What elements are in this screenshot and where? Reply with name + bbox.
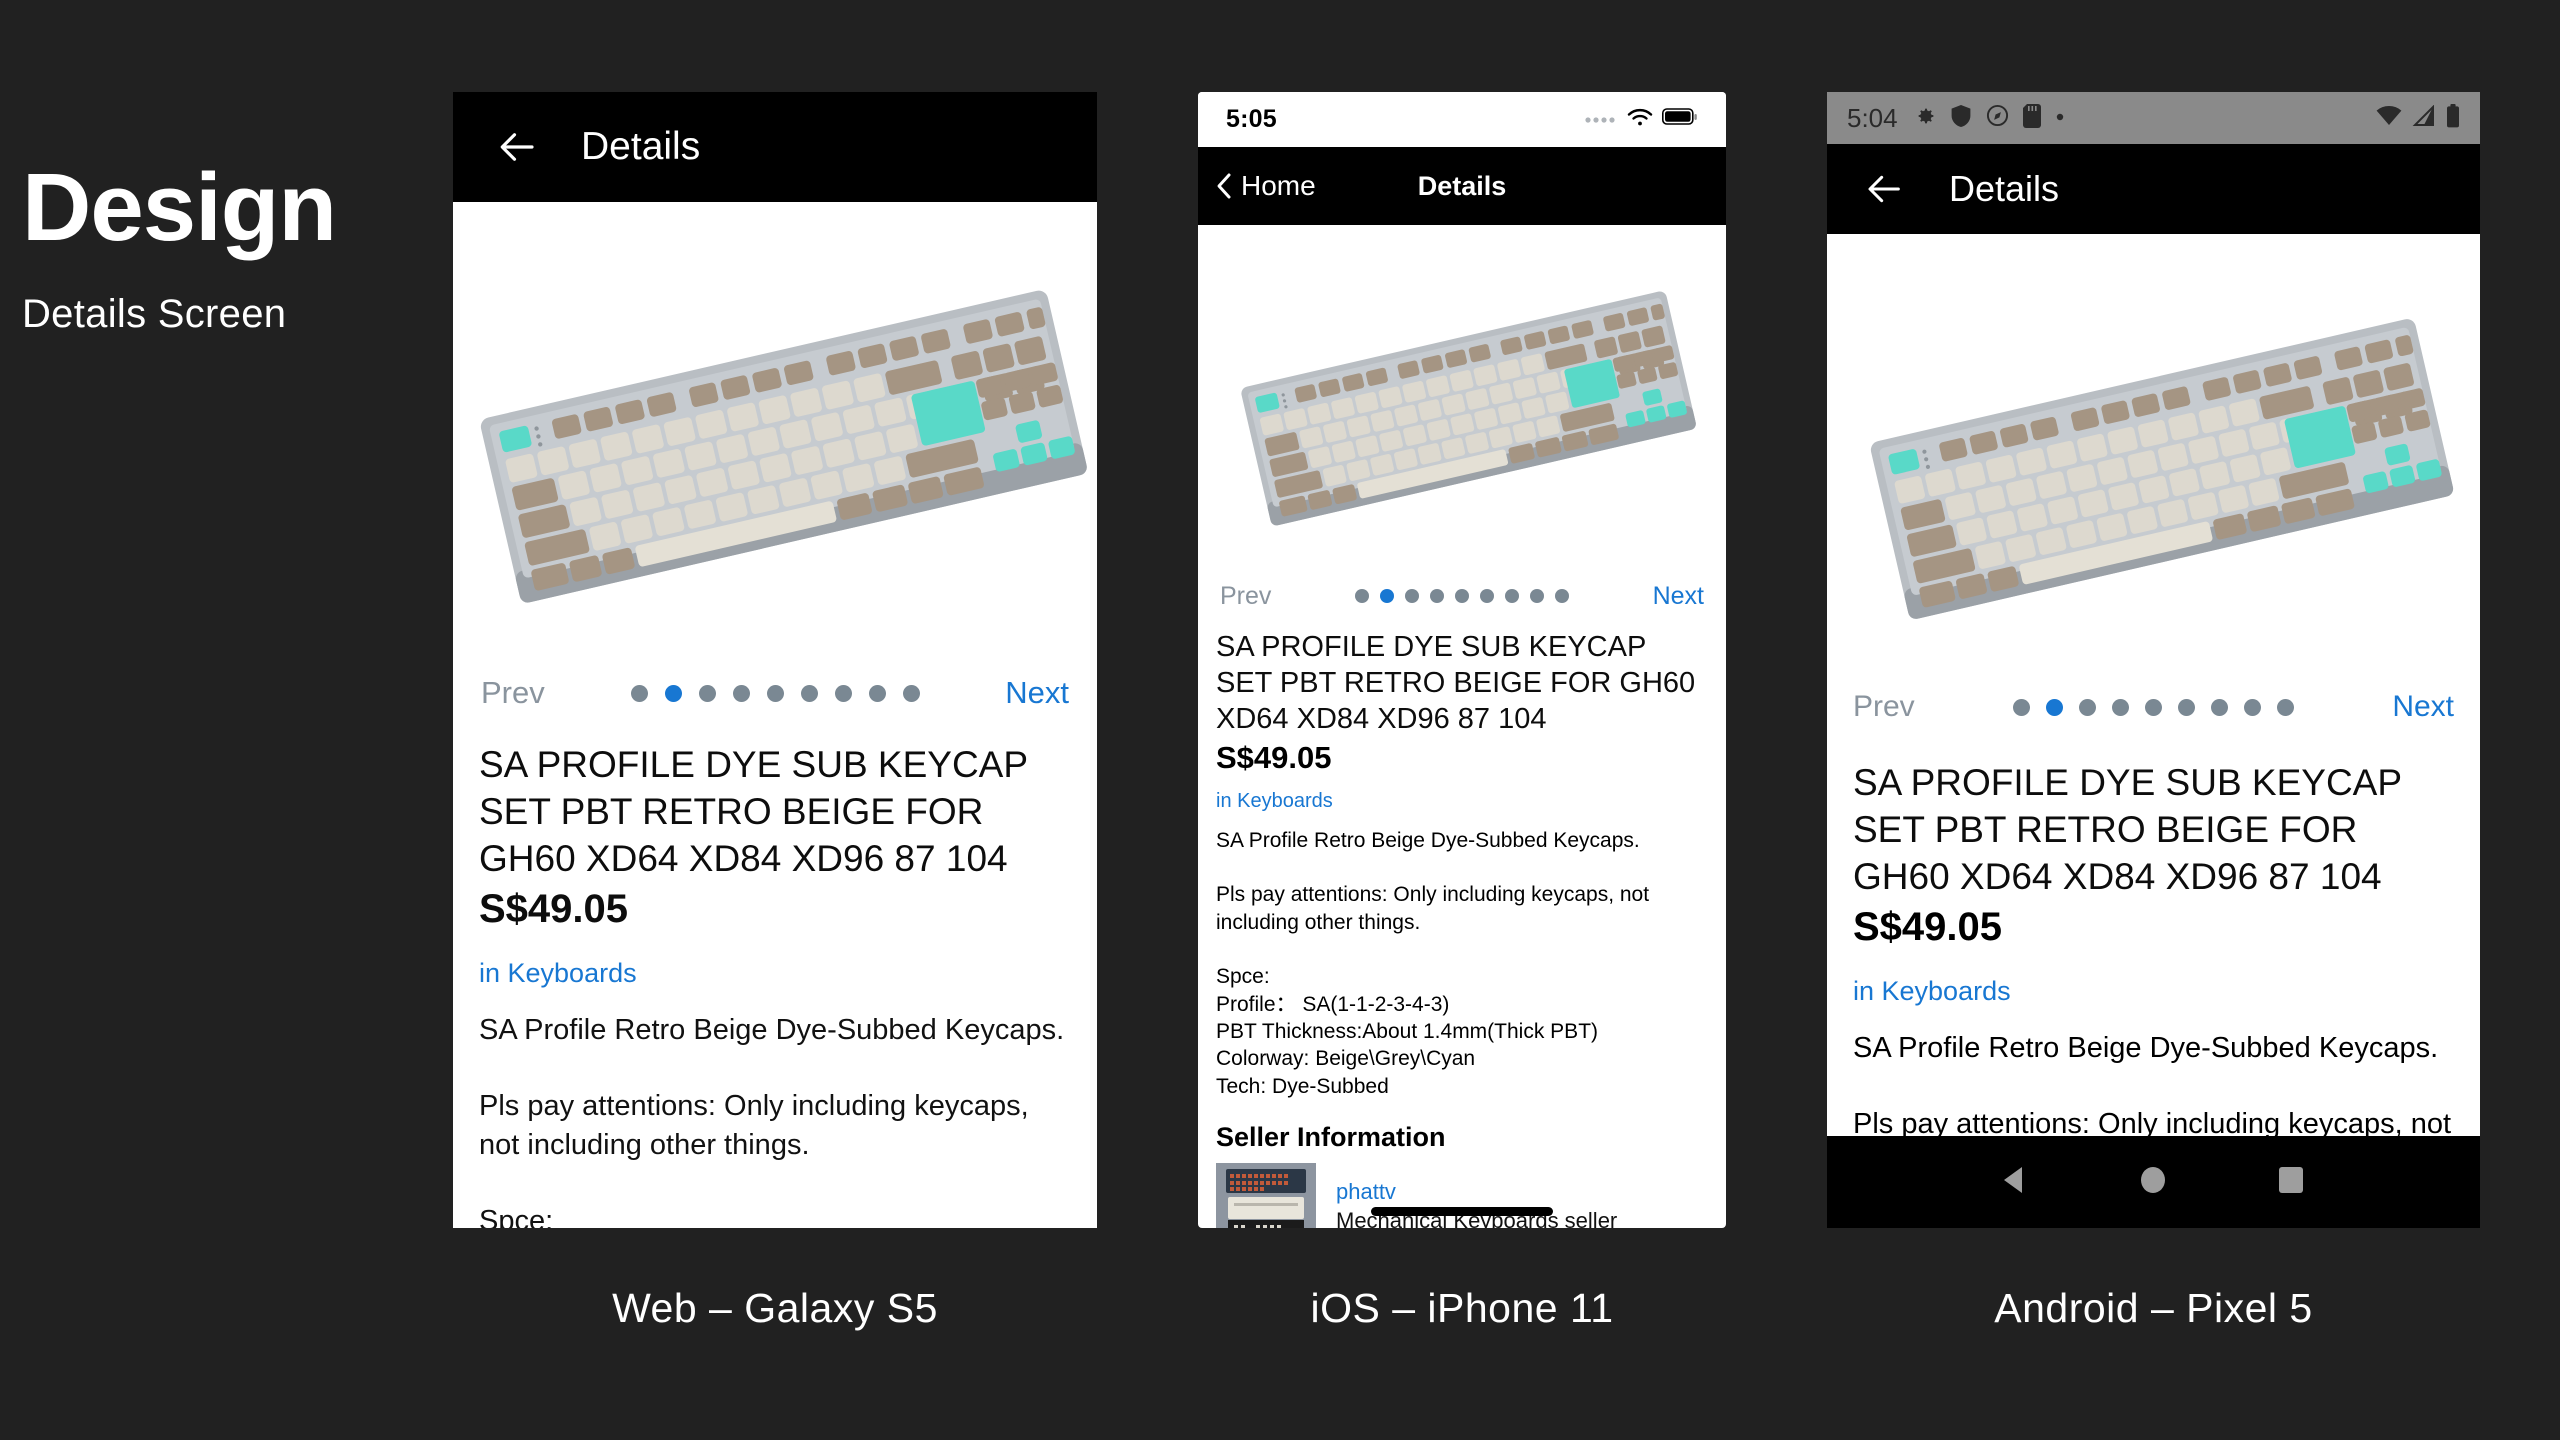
carousel-next-button[interactable]: Next xyxy=(1005,675,1069,711)
seller-card[interactable]: phattv Mechanical Keyboards seller xyxy=(1216,1162,1708,1228)
carousel-dot[interactable] xyxy=(1505,589,1519,603)
seller-avatar xyxy=(1216,1162,1316,1228)
product-description: SA Profile Retro Beige Dye-Subbed Keycap… xyxy=(1216,828,1650,1098)
carousel-dot[interactable] xyxy=(1480,589,1494,603)
carousel-dot[interactable] xyxy=(2145,698,2162,716)
wifi-icon xyxy=(2376,105,2402,132)
product-category-link[interactable]: in Keyboards xyxy=(479,958,1071,989)
ios-nav-title: Details xyxy=(1417,170,1507,201)
battery-icon xyxy=(2446,103,2460,133)
carousel-dot[interactable] xyxy=(2211,698,2228,716)
carousel-dot[interactable] xyxy=(1455,589,1469,603)
image-carousel-web: Prev Next xyxy=(453,662,1097,724)
web-topbar-title: Details xyxy=(581,125,701,168)
design-mockup-board: Design Details Screen Details Prev Next … xyxy=(0,0,2560,1440)
carousel-dot[interactable] xyxy=(2013,698,2030,716)
product-price: S$49.05 xyxy=(479,886,629,931)
carousel-dot[interactable] xyxy=(834,684,852,702)
carousel-dot[interactable] xyxy=(732,684,750,702)
product-image-ios[interactable] xyxy=(1198,225,1726,570)
carousel-next-button[interactable]: Next xyxy=(1653,582,1704,611)
product-price: S$49.05 xyxy=(1216,739,1332,775)
product-title: SA PROFILE DYE SUB KEYCAP SET PBT RETRO … xyxy=(1216,631,1696,735)
product-category-link[interactable]: in Keyboards xyxy=(1853,976,2454,1007)
android-status-bar: 5:04 xyxy=(1827,92,2480,144)
battery-icon xyxy=(1662,108,1698,131)
carousel-dot[interactable] xyxy=(1380,589,1394,603)
android-status-time: 5:04 xyxy=(1847,102,1898,133)
image-carousel-ios: Prev Next xyxy=(1198,570,1726,622)
carousel-dot[interactable] xyxy=(1530,589,1544,603)
gear-icon xyxy=(1912,104,1936,133)
image-carousel-android: Prev Next xyxy=(1827,676,2480,738)
device-android-pixel-5: 5:04 Details Prev Next SA PROFILE DYE SU… xyxy=(1827,92,2480,1228)
carousel-dot[interactable] xyxy=(2178,698,2195,716)
android-system-nav xyxy=(1827,1136,2480,1228)
carousel-dot[interactable] xyxy=(1405,589,1419,603)
carousel-dot[interactable] xyxy=(2277,698,2294,716)
arrow-left-icon[interactable] xyxy=(1865,169,1905,209)
cell-signal-icon xyxy=(2412,104,2436,132)
recents-square-icon[interactable] xyxy=(2270,1159,2312,1206)
carousel-dot[interactable] xyxy=(630,684,648,702)
carousel-dots[interactable] xyxy=(630,684,920,702)
home-circle-icon[interactable] xyxy=(2132,1159,2174,1206)
product-category-link[interactable]: in Keyboards xyxy=(1216,790,1708,813)
carousel-dots[interactable] xyxy=(1355,589,1569,603)
page-subtitle: Details Screen xyxy=(22,292,287,336)
ios-status-time: 5:05 xyxy=(1226,105,1277,133)
carousel-dot[interactable] xyxy=(698,684,716,702)
carousel-dot[interactable] xyxy=(2112,698,2129,716)
android-topbar-title: Details xyxy=(1949,168,2060,209)
carousel-dot[interactable] xyxy=(902,684,920,702)
dot-icon xyxy=(2055,109,2065,127)
wifi-icon xyxy=(1627,107,1653,132)
product-description: SA Profile Retro Beige Dye-Subbed Keycap… xyxy=(479,1013,1065,1228)
caption-web: Web – Galaxy S5 xyxy=(612,1285,938,1331)
device-web-galaxy-s5: Details Prev Next SA PROFILE DYE SUB KEY… xyxy=(453,92,1097,1228)
seller-name-link[interactable]: phattv xyxy=(1336,1179,1617,1205)
sdcard-icon xyxy=(2022,103,2041,133)
back-triangle-icon[interactable] xyxy=(1995,1159,2037,1206)
ios-status-bar: 5:05 xyxy=(1198,92,1726,147)
compass-icon xyxy=(1986,104,2009,132)
ios-home-indicator[interactable] xyxy=(1371,1207,1553,1216)
title-block: Design Details Screen xyxy=(22,154,337,337)
carousel-dot[interactable] xyxy=(664,684,682,702)
ios-product-body: SA PROFILE DYE SUB KEYCAP SET PBT RETRO … xyxy=(1198,622,1726,1100)
carousel-prev-button[interactable]: Prev xyxy=(1220,582,1271,611)
product-image-android[interactable] xyxy=(1827,234,2480,676)
page-title: Design xyxy=(22,154,337,261)
carousel-dot[interactable] xyxy=(868,684,886,702)
android-product-body: SA PROFILE DYE SUB KEYCAP SET PBT RETRO … xyxy=(1827,738,2480,1182)
shield-icon xyxy=(1950,104,1972,133)
android-topbar: Details xyxy=(1827,144,2480,234)
product-image-web[interactable] xyxy=(453,202,1097,662)
web-product-body: SA PROFILE DYE SUB KEYCAP SET PBT RETRO … xyxy=(453,724,1097,1228)
carousel-dot[interactable] xyxy=(2079,698,2096,716)
carousel-dot[interactable] xyxy=(1430,589,1444,603)
carousel-next-button[interactable]: Next xyxy=(2392,690,2454,724)
carousel-dot[interactable] xyxy=(766,684,784,702)
carousel-dot[interactable] xyxy=(800,684,818,702)
device-ios-iphone-11: 5:05 Home Details Prev Next SA PROFILE D… xyxy=(1198,92,1726,1228)
carousel-dot[interactable] xyxy=(2244,698,2261,716)
carousel-prev-button[interactable]: Prev xyxy=(481,675,545,711)
carousel-prev-button[interactable]: Prev xyxy=(1853,690,1915,724)
web-topbar: Details xyxy=(453,92,1097,202)
carousel-dot[interactable] xyxy=(1555,589,1569,603)
carousel-dot[interactable] xyxy=(1355,589,1369,603)
caption-ios: iOS – iPhone 11 xyxy=(1310,1285,1614,1331)
seller-info: phattv Mechanical Keyboards seller xyxy=(1336,1179,1617,1228)
arrow-left-icon[interactable] xyxy=(497,126,539,168)
caption-android: Android – Pixel 5 xyxy=(1994,1285,2313,1331)
carousel-dots[interactable] xyxy=(2013,698,2294,716)
seller-section-title: Seller Information xyxy=(1216,1121,1446,1152)
signal-dots-icon xyxy=(1584,111,1618,129)
product-price: S$49.05 xyxy=(1853,904,2003,949)
product-title: SA PROFILE DYE SUB KEYCAP SET PBT RETRO … xyxy=(479,744,1028,879)
product-title: SA PROFILE DYE SUB KEYCAP SET PBT RETRO … xyxy=(1853,762,2402,897)
ios-nav-bar: Home Details xyxy=(1198,147,1726,225)
carousel-dot[interactable] xyxy=(2046,698,2063,716)
